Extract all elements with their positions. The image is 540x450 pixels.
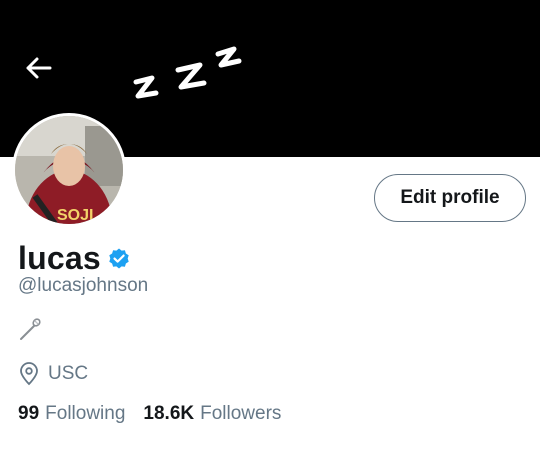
svg-text:SOJI: SOJI <box>57 207 93 224</box>
follow-stats: 99 Following 18.6K Followers <box>18 403 281 425</box>
profile-name-row: lucas <box>18 236 131 280</box>
back-arrow-icon[interactable] <box>20 50 56 86</box>
followers-link[interactable]: 18.6K Followers <box>143 403 281 425</box>
avatar-image: SOJI <box>15 116 123 224</box>
location-text: USC <box>48 363 89 384</box>
username-handle: @lucasjohnson <box>18 275 149 296</box>
sleeping-zzz-icon <box>133 46 242 99</box>
verified-badge-icon <box>109 248 129 269</box>
location-row: USC <box>18 362 88 386</box>
display-name: lucas <box>18 239 101 276</box>
lacrosse-stick-icon <box>20 318 41 340</box>
followers-label: Followers <box>200 403 282 424</box>
edit-profile-button[interactable]: Edit profile <box>374 174 526 222</box>
following-link[interactable]: 99 Following <box>18 403 125 425</box>
following-label: Following <box>45 403 126 424</box>
following-count: 99 <box>18 403 40 424</box>
followers-count: 18.6K <box>143 403 195 424</box>
profile-avatar[interactable]: SOJI <box>12 113 126 227</box>
location-pin-icon <box>20 362 38 386</box>
